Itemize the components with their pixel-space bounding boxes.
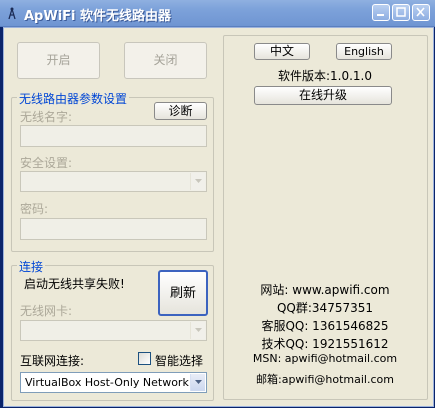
chevron-down-icon xyxy=(190,374,205,391)
security-dropdown[interactable] xyxy=(20,171,207,192)
router-settings-legend: 无线路由器参数设置 xyxy=(17,90,130,107)
website-info: 网站: www.apwifi.com xyxy=(260,283,390,297)
software-version: 软件版本:1.0.1.0 xyxy=(277,69,373,83)
close-icon xyxy=(416,7,425,17)
password-label: 密码: xyxy=(20,202,49,216)
wireless-name-field[interactable] xyxy=(20,125,207,147)
wireless-name-label: 无线名字: xyxy=(20,110,73,124)
window-title: ApWiFi 软件无线路由器 xyxy=(24,9,172,24)
title-bar[interactable]: ApWiFi 软件无线路由器 xyxy=(0,0,435,27)
wifi-tower-icon xyxy=(8,7,16,20)
maximize-icon xyxy=(396,7,406,17)
chevron-down-icon xyxy=(190,322,205,339)
connection-legend: 连接 xyxy=(17,258,46,275)
internet-connection-dropdown[interactable]: VirtualBox Host-Only Network xyxy=(20,372,207,393)
connection-status-text: 启动无线共享失败! xyxy=(24,277,125,291)
close-button[interactable]: 关闭 xyxy=(124,42,207,79)
close-window-button[interactable] xyxy=(412,4,430,21)
wireless-nic-label: 无线网卡: xyxy=(20,304,73,318)
wireless-nic-dropdown[interactable] xyxy=(20,320,207,341)
start-button[interactable]: 开启 xyxy=(17,42,100,79)
english-language-button[interactable]: English xyxy=(336,43,392,60)
chevron-down-icon xyxy=(190,173,205,190)
diagnose-button[interactable]: 诊断 xyxy=(154,102,207,120)
support-qq-info: 客服QQ: 1361546825 xyxy=(261,319,389,333)
internet-connection-value: VirtualBox Host-Only Network xyxy=(25,376,189,389)
chinese-language-button[interactable]: 中文 xyxy=(254,43,310,60)
msn-info: MSN: apwifi@hotmail.com xyxy=(252,352,398,365)
online-upgrade-button[interactable]: 在线升级 xyxy=(254,86,392,105)
qq-group-info: QQ群:34757351 xyxy=(276,301,373,315)
app-window: ApWiFi 软件无线路由器 开启 关闭 无线路由器参数设置 诊断 无线名字: … xyxy=(0,0,435,408)
minimize-icon xyxy=(377,14,384,16)
tech-qq-info: 技术QQ: 1921551612 xyxy=(261,337,389,351)
maximize-button[interactable] xyxy=(392,4,410,21)
internet-connection-label: 互联网连接: xyxy=(20,354,85,368)
password-field[interactable] xyxy=(20,218,207,240)
smart-select-label[interactable]: 智能选择 xyxy=(155,352,203,369)
smart-select-checkbox[interactable] xyxy=(138,352,151,365)
minimize-button[interactable] xyxy=(372,4,390,21)
email-info: 邮箱:apwifi@hotmail.com xyxy=(256,373,394,386)
security-label: 安全设置: xyxy=(20,156,73,170)
client-area: 开启 关闭 无线路由器参数设置 诊断 无线名字: 安全设置: 密码: 连接 启动… xyxy=(3,27,434,407)
refresh-button[interactable]: 刷新 xyxy=(158,270,208,316)
